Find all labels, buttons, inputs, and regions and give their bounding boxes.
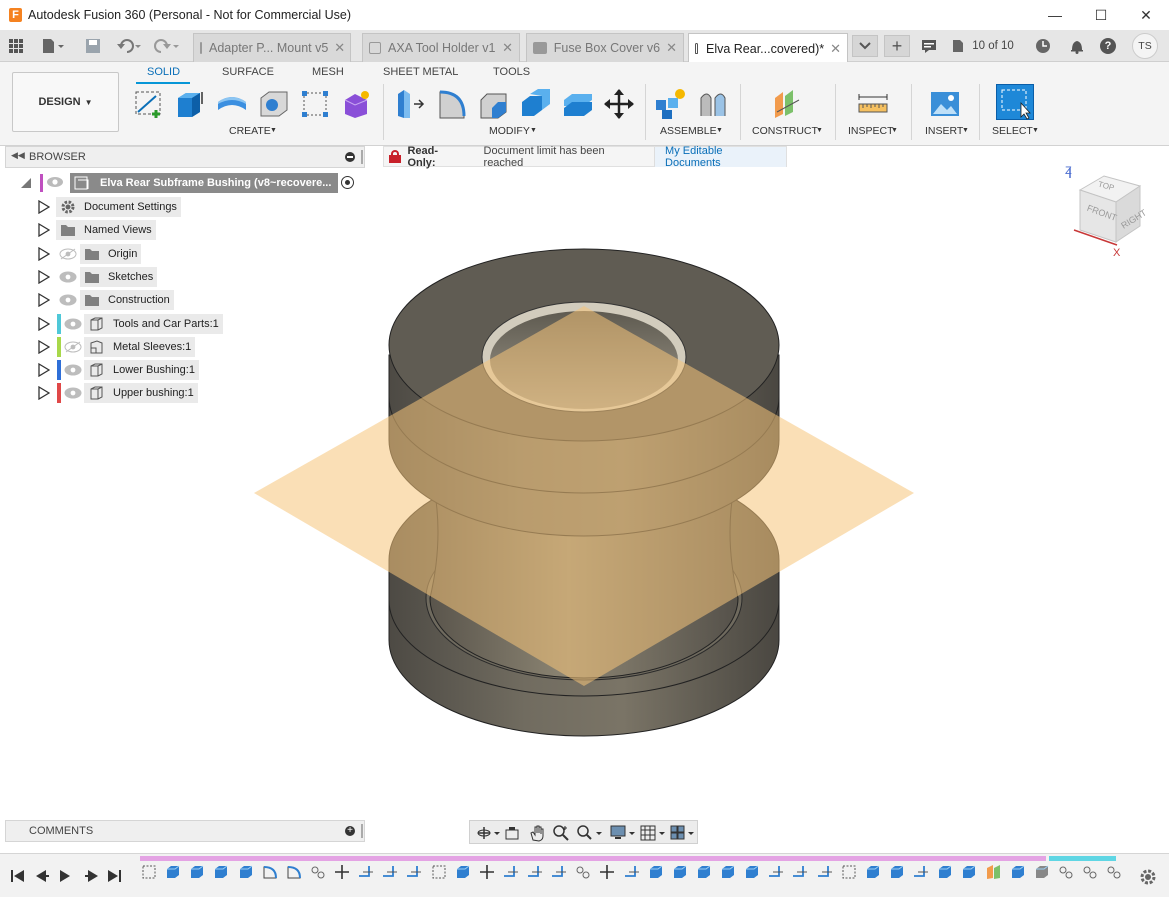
previous-step-icon[interactable] xyxy=(36,870,46,882)
timeline-feature-shell-icon[interactable] xyxy=(213,864,229,880)
timeline-feature-offset-icon[interactable] xyxy=(985,864,1001,880)
grid-settings-icon[interactable] xyxy=(640,825,666,841)
playback-controls xyxy=(11,870,121,882)
timeline-feature-plane-icon[interactable] xyxy=(817,864,833,880)
comments-title: COMMENTS xyxy=(29,825,94,837)
timeline-feature-chamfer-icon[interactable] xyxy=(1034,864,1050,880)
look-at-icon[interactable] xyxy=(504,825,520,841)
comments-panel[interactable]: COMMENTS + xyxy=(5,820,365,842)
timeline-feature-shell-icon[interactable] xyxy=(1010,864,1026,880)
timeline-feature-sketch-icon[interactable] xyxy=(141,864,157,880)
navigation-bar xyxy=(469,820,698,844)
viewports-icon[interactable] xyxy=(670,825,696,841)
timeline-feature-joint-icon[interactable] xyxy=(1058,864,1074,880)
timeline-feature-fillet-icon[interactable] xyxy=(262,864,278,880)
pan-hand-icon[interactable] xyxy=(528,824,546,842)
add-comment-icon[interactable]: + xyxy=(345,826,355,836)
timeline-component-bar xyxy=(1049,856,1116,861)
panel-grip[interactable] xyxy=(361,824,363,838)
timeline-feature-joint-icon[interactable] xyxy=(310,864,326,880)
timeline-feature-plane-icon[interactable] xyxy=(624,864,640,880)
timeline-feature-extrude-icon[interactable] xyxy=(720,864,736,880)
timeline-feature-combine-icon[interactable] xyxy=(961,864,977,880)
timeline-component-bar xyxy=(140,856,1046,861)
timeline xyxy=(0,853,1169,897)
fit-zoom-icon[interactable] xyxy=(576,824,602,842)
timeline-feature-combine-icon[interactable] xyxy=(937,864,953,880)
display-settings-icon[interactable] xyxy=(610,825,636,841)
timeline-feature-joint-icon[interactable] xyxy=(1106,864,1122,880)
timeline-feature-sketch-icon[interactable] xyxy=(431,864,447,880)
timeline-feature-fillet-icon[interactable] xyxy=(286,864,302,880)
timeline-feature-plane-icon[interactable] xyxy=(913,864,929,880)
timeline-feature-move-icon[interactable] xyxy=(334,864,350,880)
timeline-feature-joint-icon[interactable] xyxy=(575,864,591,880)
timeline-feature-plane-icon[interactable] xyxy=(792,864,808,880)
play-icon[interactable] xyxy=(60,870,70,882)
first-step-icon[interactable] xyxy=(14,870,24,882)
timeline-feature-revolve-icon[interactable] xyxy=(455,864,471,880)
timeline-feature-joint-icon[interactable] xyxy=(1082,864,1098,880)
orbit-icon[interactable] xyxy=(476,825,500,841)
timeline-feature-plane-icon[interactable] xyxy=(406,864,422,880)
timeline-feature-combine-icon[interactable] xyxy=(648,864,664,880)
timeline-feature-plane-icon[interactable] xyxy=(527,864,543,880)
timeline-feature-extrude-icon[interactable] xyxy=(865,864,881,880)
timeline-feature-sketch-icon[interactable] xyxy=(841,864,857,880)
timeline-feature-plane-icon[interactable] xyxy=(768,864,784,880)
last-step-icon[interactable] xyxy=(108,870,118,882)
timeline-feature-plane-icon[interactable] xyxy=(358,864,374,880)
timeline-feature-combine-icon[interactable] xyxy=(696,864,712,880)
timeline-feature-combine-icon[interactable] xyxy=(744,864,760,880)
timeline-feature-extrude-icon[interactable] xyxy=(238,864,254,880)
timeline-feature-plane-icon[interactable] xyxy=(551,864,567,880)
timeline-feature-extrude-icon[interactable] xyxy=(189,864,205,880)
timeline-feature-plane-icon[interactable] xyxy=(503,864,519,880)
timeline-feature-plane-icon[interactable] xyxy=(382,864,398,880)
timeline-feature-move-icon[interactable] xyxy=(599,864,615,880)
construction-plane[interactable] xyxy=(254,306,914,686)
timeline-feature-extrude-icon[interactable] xyxy=(165,864,181,880)
first-step-icon[interactable] xyxy=(11,870,13,882)
zoom-icon[interactable] xyxy=(552,824,570,842)
next-step-icon[interactable] xyxy=(88,870,98,882)
timeline-settings-gear-icon[interactable] xyxy=(1139,868,1157,886)
timeline-feature-combine-icon[interactable] xyxy=(672,864,688,880)
model-viewport[interactable] xyxy=(0,0,1169,897)
timeline-feature-move-icon[interactable] xyxy=(479,864,495,880)
timeline-feature-extrude-icon[interactable] xyxy=(889,864,905,880)
